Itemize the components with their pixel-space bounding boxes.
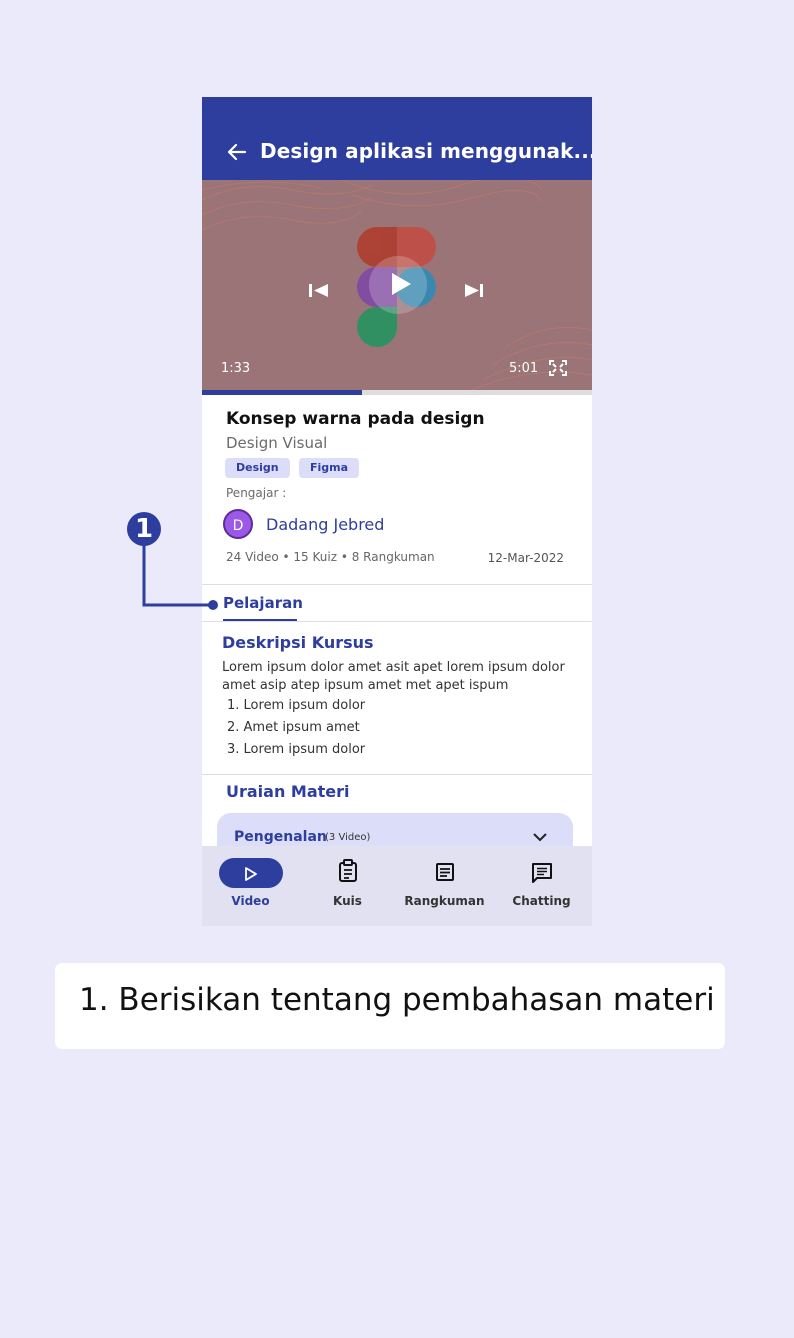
annotation-note-text: 1. Berisikan tentang pembahasan materi	[79, 982, 715, 1018]
annotation-note: 1. Berisikan tentang pembahasan materi	[55, 963, 725, 1049]
annotation-marker: 1	[127, 512, 161, 546]
annotation-connector	[142, 540, 218, 610]
